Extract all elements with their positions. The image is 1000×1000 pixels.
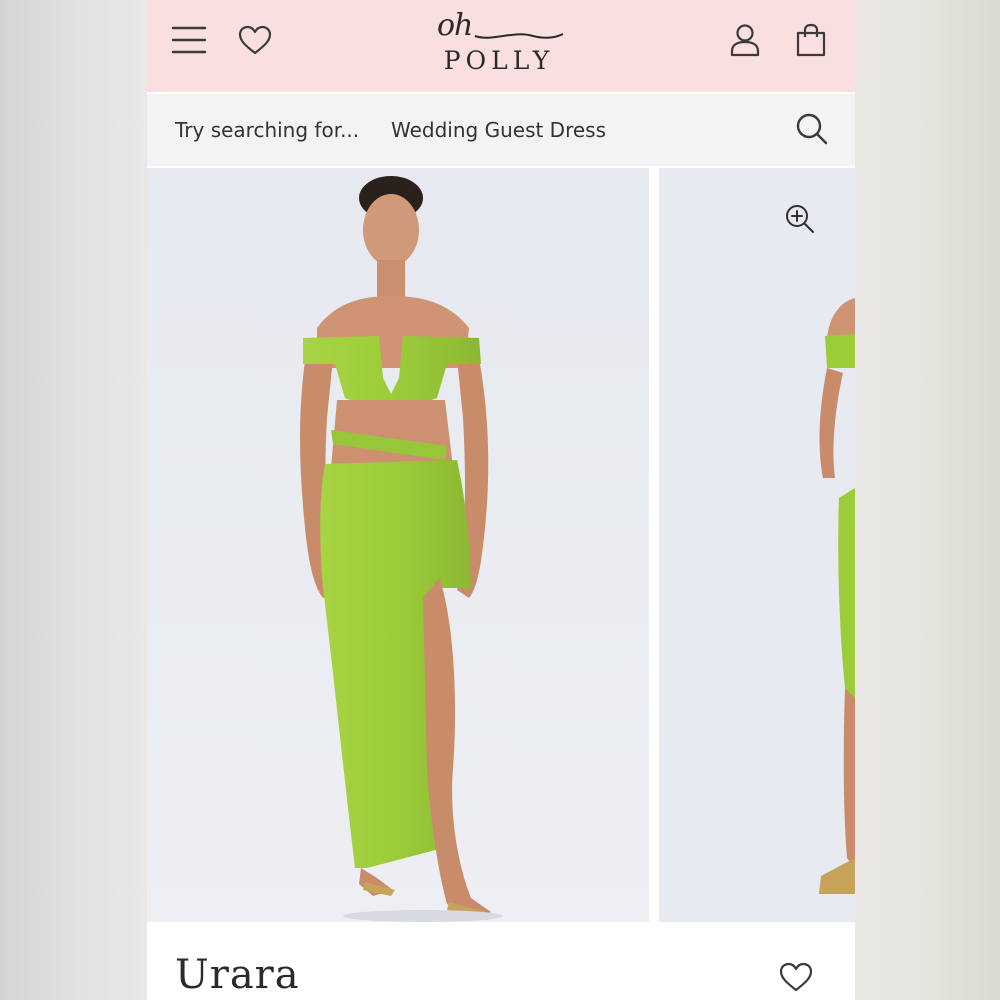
product-info: Urara [147, 922, 855, 1000]
account-icon[interactable] [727, 22, 763, 58]
search-suggestion[interactable]: Wedding Guest Dress [391, 118, 623, 142]
search-prompt: Try searching for... [175, 118, 360, 142]
logo-script: oh [437, 8, 473, 43]
search-bar[interactable]: Try searching for... Wedding Guest Dress [147, 94, 855, 166]
logo-swoosh-icon [474, 33, 564, 39]
zoom-in-icon[interactable] [785, 204, 815, 238]
product-image-gallery[interactable] [147, 168, 855, 922]
shopping-bag-icon[interactable] [793, 22, 829, 58]
logo-wordmark: POLLY [443, 46, 555, 75]
menu-icon[interactable] [171, 22, 207, 58]
product-image-2[interactable] [659, 168, 855, 922]
site-header: oh POLLY [147, 0, 855, 92]
model-photo [147, 168, 649, 922]
model-photo-back [659, 168, 855, 922]
app-screen: oh POLLY Try searching for... Wedding Gu… [147, 0, 855, 1000]
brand-logo[interactable]: oh POLLY [429, 8, 569, 78]
heart-icon[interactable] [237, 22, 273, 58]
search-icon[interactable] [795, 112, 829, 150]
product-title: Urara [175, 952, 300, 998]
wishlist-heart-icon[interactable] [779, 962, 813, 996]
product-image-1[interactable] [147, 168, 649, 922]
